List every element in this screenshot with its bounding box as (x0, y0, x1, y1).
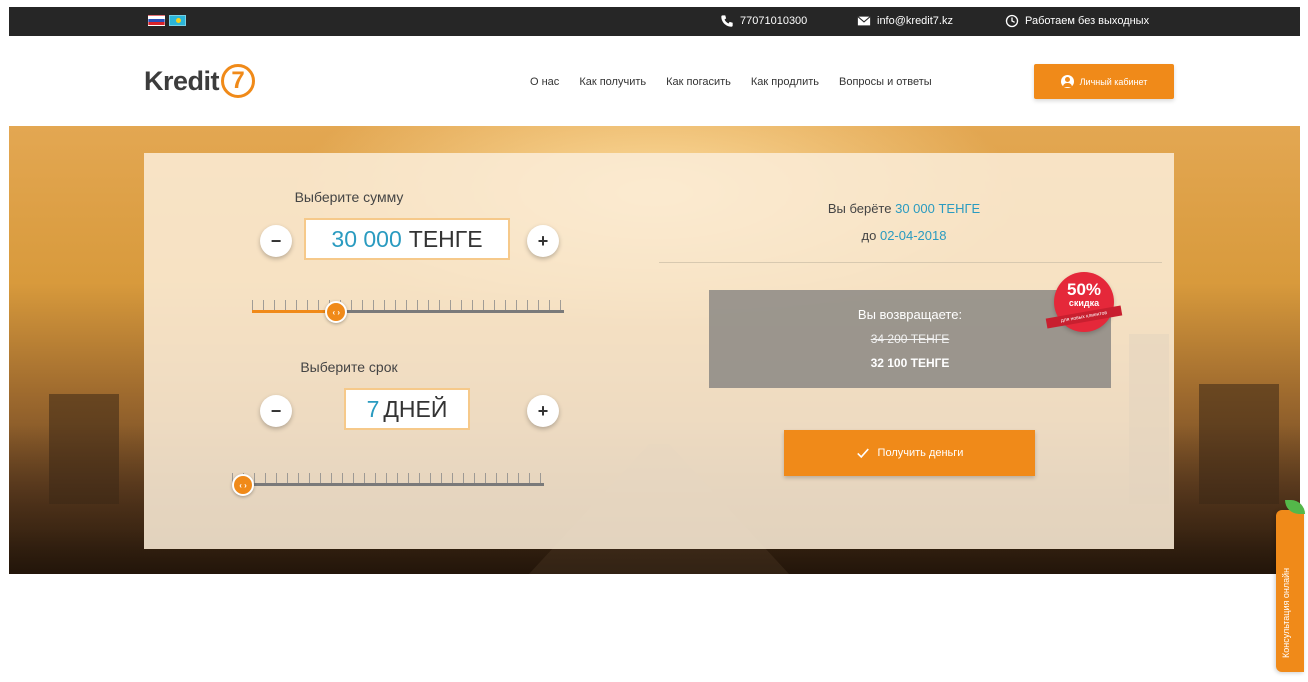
working-hours-text: Работаем без выходных (1025, 15, 1150, 27)
return-new-amount: 32 100 ТЕНГЕ (870, 356, 950, 370)
amount-slider[interactable]: ‹ › (252, 300, 564, 323)
get-money-label: Получить деньги (877, 447, 964, 459)
slider-ticks (252, 300, 564, 310)
personal-cabinet-button[interactable]: Личный кабинет (1034, 64, 1174, 99)
discount-badge: 50% скидка для новых клиентов (1045, 272, 1123, 332)
personal-cabinet-label: Личный кабинет (1079, 76, 1148, 87)
nav-item-how-to-extend[interactable]: Как продлить (751, 76, 819, 88)
phone-number: 77071010300 (740, 15, 808, 27)
loan-summary-date: до 02-04-2018 (654, 228, 1154, 243)
email-contact[interactable]: info@kredit7.kz (857, 14, 953, 28)
nav-item-how-to-repay[interactable]: Как погасить (666, 76, 731, 88)
amount-value: 30 000 (331, 225, 402, 252)
site-header: Kredit 7 О нас Как получить Как погасить… (9, 36, 1300, 126)
main-nav: О нас Как получить Как погасить Как прод… (530, 76, 932, 88)
divider (659, 262, 1162, 263)
return-amount-box: Вы возвращаете: 34 200 ТЕНГЕ 32 100 ТЕНГ… (709, 290, 1111, 388)
phone-contact[interactable]: 77071010300 (720, 14, 807, 28)
leaf-icon (1285, 500, 1305, 514)
page: 77071010300 info@kredit7.kz Работаем без… (0, 0, 1308, 682)
take-amount: 30 000 ТЕНГЕ (895, 201, 981, 216)
take-prefix: Вы берёте (827, 201, 892, 216)
loan-summary-amount: Вы берёте 30 000 ТЕНГЕ (654, 201, 1154, 216)
hero-section: Выберите сумму − 30 000 ТЕНГЕ + ‹ › Выбе… (9, 126, 1300, 574)
email-address: info@kredit7.kz (877, 15, 953, 27)
mail-icon (857, 16, 871, 26)
logo-number: 7 (221, 64, 256, 98)
nav-item-faq[interactable]: Вопросы и ответы (839, 76, 932, 88)
amount-decrease-button[interactable]: − (260, 225, 292, 257)
term-slider[interactable]: ‹ › (232, 473, 544, 496)
discount-word: скидка (1068, 298, 1100, 308)
slider-ticks (232, 473, 544, 483)
language-switcher (148, 15, 186, 26)
amount-increase-button[interactable]: + (527, 225, 559, 257)
online-consultation-label: Консультация онлайн (1281, 567, 1291, 658)
amount-slider-handle[interactable]: ‹ › (325, 301, 348, 323)
top-bar: 77071010300 info@kredit7.kz Работаем без… (9, 7, 1300, 36)
amount-display: 30 000 ТЕНГЕ (304, 218, 510, 260)
get-money-button[interactable]: Получить деньги (784, 430, 1035, 476)
nav-item-how-to-get[interactable]: Как получить (579, 76, 646, 88)
repay-date: 02-04-2018 (879, 228, 947, 243)
working-hours: Работаем без выходных (1005, 14, 1149, 28)
until-prefix: до (861, 228, 877, 243)
flag-kz-icon[interactable] (169, 15, 186, 26)
background-building (49, 394, 119, 504)
term-slider-handle[interactable]: ‹ › (232, 474, 254, 496)
term-decrease-button[interactable]: − (260, 395, 292, 427)
background-building (1199, 384, 1279, 504)
slider-fill (252, 310, 337, 313)
return-old-amount: 34 200 ТЕНГЕ (870, 332, 950, 346)
nav-item-about[interactable]: О нас (530, 76, 559, 88)
term-unit: ДНЕЙ (383, 395, 448, 422)
flag-ru-icon[interactable] (148, 15, 165, 26)
discount-percent: 50% (1066, 280, 1102, 299)
term-display: 7 ДНЕЙ (344, 388, 470, 430)
phone-icon (721, 15, 733, 27)
online-consultation-tab[interactable]: Консультация онлайн (1276, 500, 1305, 672)
term-label: Выберите срок (300, 359, 398, 375)
clock-icon (1005, 14, 1019, 28)
logo-text: Kredit (144, 65, 220, 96)
term-value: 7 (366, 395, 380, 422)
logo[interactable]: Kredit 7 (144, 64, 256, 98)
amount-label: Выберите сумму (294, 189, 404, 205)
user-icon (1060, 75, 1074, 88)
slider-rail (232, 483, 544, 486)
amount-unit: ТЕНГЕ (408, 225, 483, 252)
term-increase-button[interactable]: + (527, 395, 559, 427)
checkmark-icon (856, 448, 869, 459)
loan-calculator: Выберите сумму − 30 000 ТЕНГЕ + ‹ › Выбе… (144, 153, 1174, 549)
